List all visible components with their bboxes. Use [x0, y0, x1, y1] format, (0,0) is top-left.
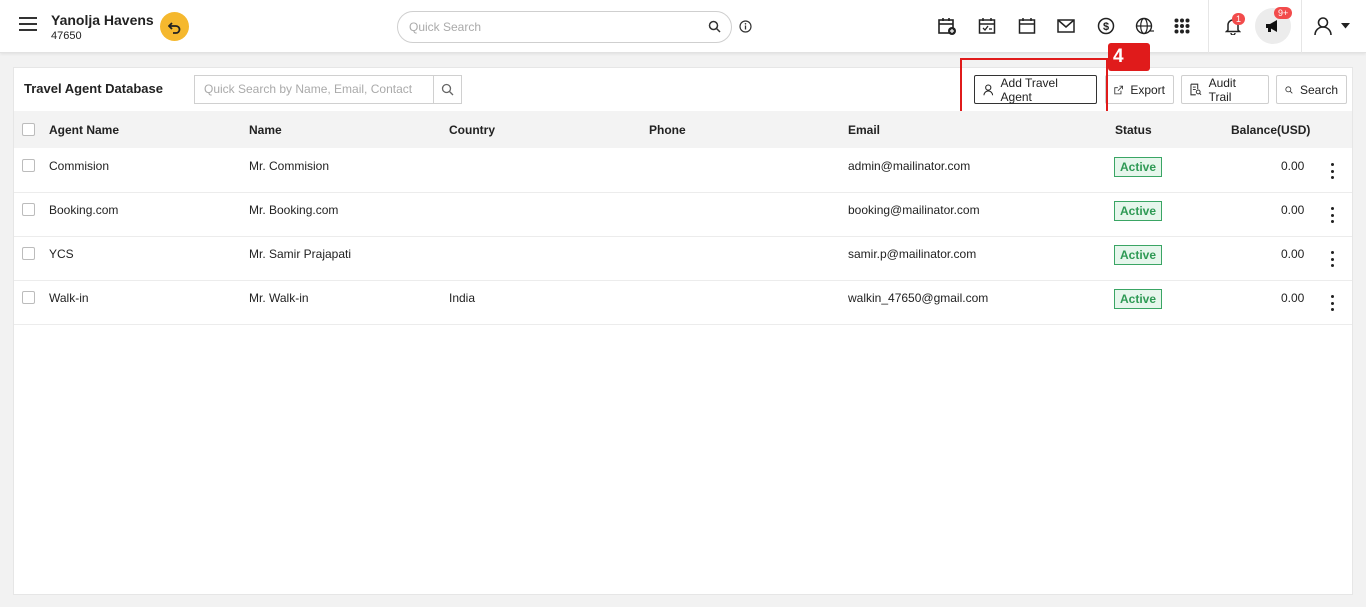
agent-name-cell: Booking.com — [49, 203, 119, 217]
email-cell: booking@mailinator.com — [848, 203, 980, 217]
calendar-icon[interactable] — [1016, 15, 1038, 37]
property-name: Yanolja Havens — [51, 12, 154, 28]
email-cell: walkin_47650@gmail.com — [848, 291, 989, 305]
table-row[interactable]: Commision Mr. Commision admin@mailinator… — [14, 149, 1352, 193]
column-phone[interactable]: Phone — [649, 123, 686, 137]
agent-name-cell: Walk-in — [49, 291, 89, 305]
search-icon — [441, 83, 454, 96]
toolbar-divider — [1208, 0, 1209, 53]
search-icon[interactable] — [708, 20, 721, 33]
announcement-badge: 9+ — [1274, 7, 1293, 19]
country-cell: India — [449, 291, 476, 305]
audit-trail-label: Audit Trail — [1208, 75, 1236, 104]
svg-text:$: $ — [1103, 21, 1109, 33]
export-label: Export — [1130, 82, 1165, 97]
balance-cell: 0.00 — [1281, 159, 1305, 173]
step-marker: 4 — [1108, 43, 1150, 71]
table-row[interactable]: YCS Mr. Samir Prajapati samir.p@mailinat… — [14, 237, 1352, 281]
column-status[interactable]: Status — [1115, 123, 1152, 137]
export-icon — [1114, 85, 1123, 94]
search-button[interactable]: Search — [1276, 75, 1347, 104]
row-actions-icon[interactable] — [1324, 205, 1340, 225]
column-country[interactable]: Country — [449, 123, 495, 137]
name-cell: Mr. Commision — [249, 159, 330, 173]
name-cell: Mr. Samir Prajapati — [249, 247, 352, 261]
info-icon[interactable] — [739, 20, 752, 33]
email-cell: samir.p@mailinator.com — [848, 247, 977, 261]
export-button[interactable]: Export — [1105, 75, 1174, 104]
add-travel-agent-button[interactable]: Add Travel Agent — [974, 75, 1097, 104]
balance-cell: 0.00 — [1281, 203, 1305, 217]
top-bar: Yanolja Havens 47650 $ 1 9+ — [0, 0, 1366, 53]
audit-icon — [1190, 83, 1202, 96]
search-icon — [1285, 85, 1293, 94]
user-icon[interactable] — [1312, 15, 1334, 37]
column-agent-name[interactable]: Agent Name — [49, 123, 119, 137]
dollar-icon[interactable]: $ — [1095, 15, 1117, 37]
quick-search — [397, 11, 732, 43]
column-balance[interactable]: Balance(USD) — [1231, 123, 1310, 137]
audit-trail-button[interactable]: Audit Trail — [1181, 75, 1269, 104]
column-email[interactable]: Email — [848, 123, 880, 137]
agent-search-button[interactable] — [433, 76, 461, 103]
row-actions-icon[interactable] — [1324, 293, 1340, 313]
agent-search-input[interactable] — [204, 82, 429, 96]
row-checkbox[interactable] — [22, 159, 35, 172]
quick-search-input[interactable] — [409, 20, 699, 34]
balance-cell: 0.00 — [1281, 291, 1305, 305]
agent-name-cell: Commision — [49, 159, 110, 173]
status-badge: Active — [1114, 157, 1162, 177]
calendar-check-icon[interactable] — [976, 15, 998, 37]
toolbar-divider — [1301, 0, 1302, 53]
table-row[interactable]: Booking.com Mr. Booking.com booking@mail… — [14, 193, 1352, 237]
calendar-add-icon[interactable] — [936, 15, 958, 37]
add-travel-agent-label: Add Travel Agent — [1000, 75, 1058, 104]
notification-badge: 1 — [1232, 13, 1246, 25]
row-checkbox[interactable] — [22, 203, 35, 216]
email-cell: admin@mailinator.com — [848, 159, 971, 173]
travel-agent-panel: Travel Agent Database Add Travel Agent E… — [13, 43, 1353, 595]
name-cell: Mr. Booking.com — [249, 203, 339, 217]
row-checkbox[interactable] — [22, 291, 35, 304]
row-checkbox[interactable] — [22, 247, 35, 260]
agent-name-cell: YCS — [49, 247, 74, 261]
table-row[interactable]: Walk-in Mr. Walk-in India walkin_47650@g… — [14, 281, 1352, 325]
mail-icon[interactable] — [1055, 15, 1077, 37]
column-name[interactable]: Name — [249, 123, 282, 137]
status-badge: Active — [1114, 201, 1162, 221]
balance-cell: 0.00 — [1281, 247, 1305, 261]
undo-button[interactable] — [160, 12, 189, 41]
name-cell: Mr. Walk-in — [249, 291, 309, 305]
undo-icon — [167, 21, 180, 34]
row-actions-icon[interactable] — [1324, 161, 1340, 181]
search-label: Search — [1299, 82, 1338, 97]
apps-grid-icon[interactable] — [1171, 15, 1193, 37]
menu-icon[interactable] — [19, 17, 37, 31]
property-code: 47650 — [51, 30, 82, 42]
chevron-down-icon[interactable] — [1338, 15, 1352, 37]
select-all-checkbox[interactable] — [22, 123, 35, 136]
status-badge: Active — [1114, 245, 1162, 265]
status-badge: Active — [1114, 289, 1162, 309]
table-header: Agent Name Name Country Phone Email Stat… — [14, 111, 1352, 148]
page-title: Travel Agent Database — [24, 81, 163, 96]
row-actions-icon[interactable] — [1324, 249, 1340, 269]
agent-search — [194, 75, 462, 104]
user-icon — [983, 83, 994, 95]
globe-icon[interactable] — [1134, 15, 1156, 37]
